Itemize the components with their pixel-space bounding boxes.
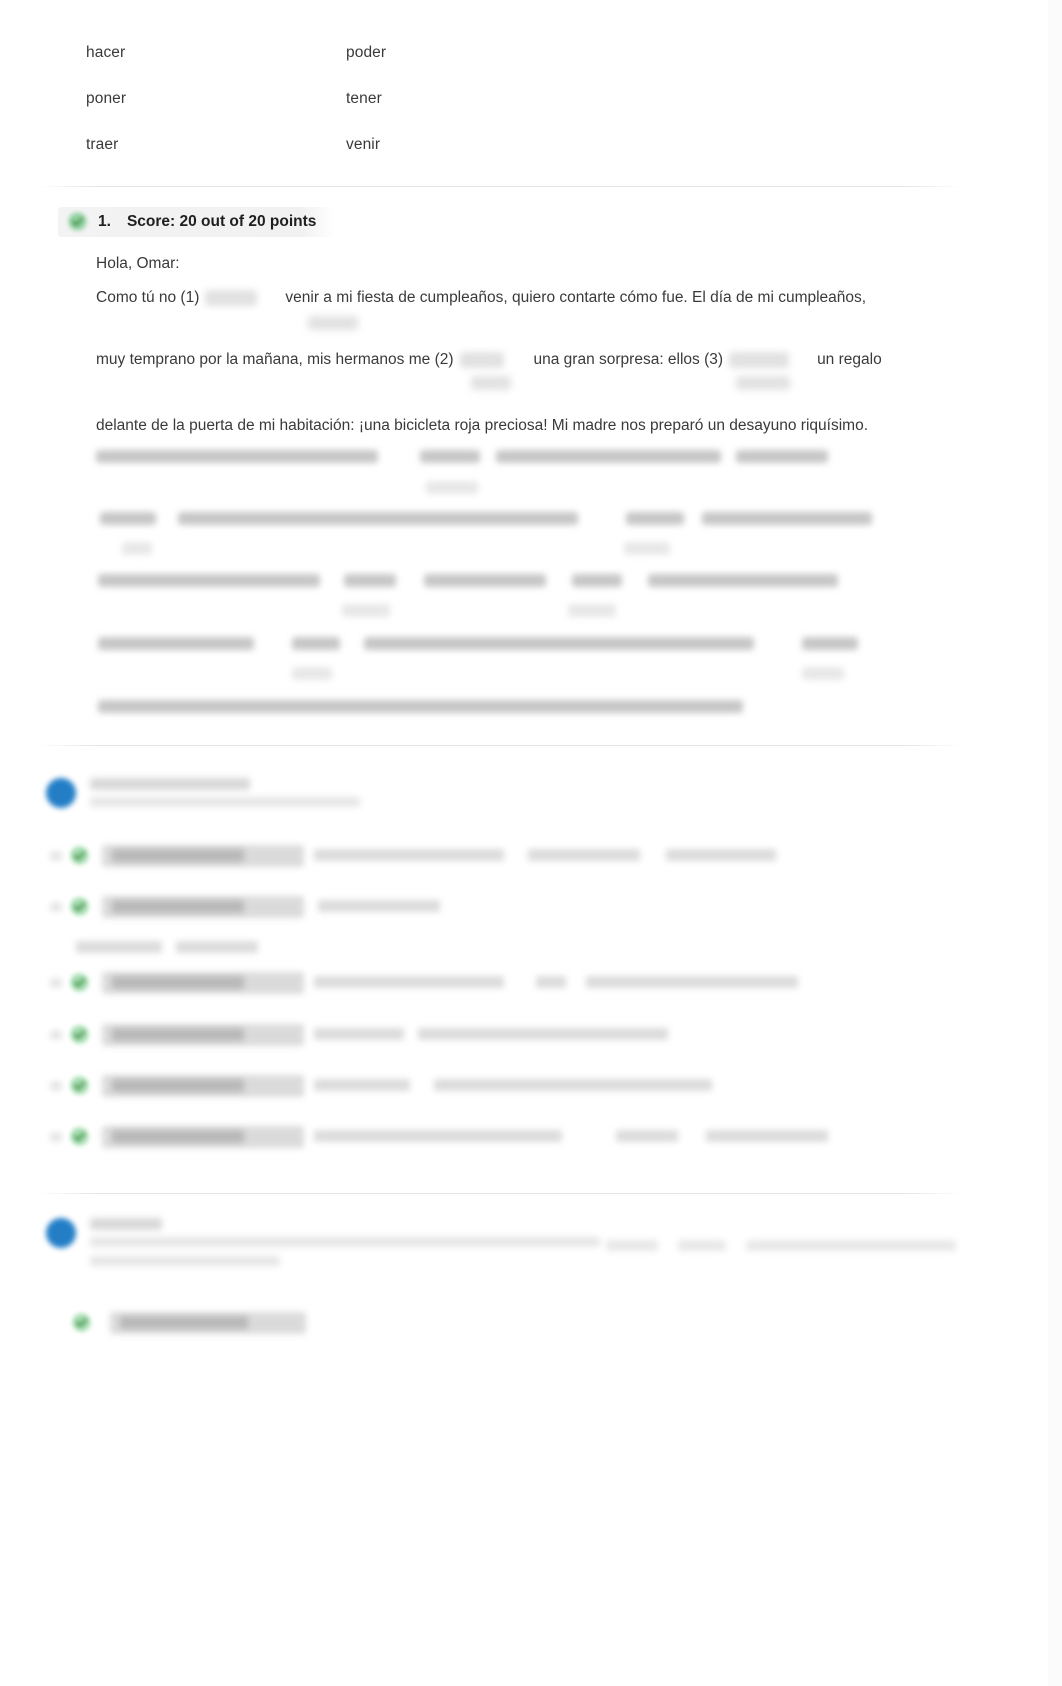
feedback-detail [746, 1240, 956, 1251]
passage-text: Como tú no (1) [96, 289, 200, 306]
verb-item: hacer [86, 44, 126, 61]
redacted-passage-line [96, 574, 956, 617]
answer-explanation [586, 976, 798, 988]
info-circle-icon [46, 1218, 76, 1248]
answer-index [50, 1030, 62, 1040]
section-divider [38, 745, 962, 746]
answer-explanation [314, 1130, 562, 1142]
green-check-icon [70, 1076, 89, 1095]
answer-row[interactable] [46, 838, 962, 878]
verb-bank-list: hacer poder poner tener traer venir [86, 30, 606, 168]
exercise-passage: Hola, Omar: Como tú no (1) venir a mi fie… [96, 252, 956, 713]
feedback-detail [606, 1240, 658, 1251]
answer-explanation [536, 976, 566, 988]
answer-explanation [528, 849, 640, 861]
answer-blank-2 [459, 351, 504, 368]
passage-line-1: Como tú no (1) venir a mi fiesta de cumpl… [96, 286, 956, 330]
question-number: 1. [98, 212, 111, 230]
answer-row[interactable] [46, 1305, 962, 1345]
score-header: 1. Score: 20 out of 20 points [58, 207, 335, 237]
answer-explanation [314, 1079, 410, 1091]
green-check-icon [70, 897, 89, 916]
feedback-subtitle [90, 1256, 280, 1266]
passage-text: un regalo [817, 351, 882, 368]
answer-pill-text [112, 1079, 244, 1092]
results-page: hacer poder poner tener traer venir 1. S… [0, 0, 1062, 1686]
redacted-passage-line [96, 512, 956, 555]
answer-index [50, 902, 62, 912]
green-check-icon [70, 846, 89, 865]
answer-row[interactable] [46, 1068, 962, 1108]
passage-text: una gran sorpresa: ellos (3) [533, 351, 724, 368]
answer-row[interactable] [46, 1017, 962, 1057]
answer-row[interactable] [46, 1119, 962, 1159]
verb-row: traer venir [86, 122, 606, 168]
answer-explanation [616, 1130, 678, 1142]
answer-blank-1-correction [308, 316, 358, 330]
green-check-icon [70, 1025, 89, 1044]
page-right-margin [1048, 0, 1062, 1686]
answer-pill-text [112, 1028, 244, 1041]
feedback-title [90, 778, 250, 790]
verb-item: traer [86, 136, 119, 153]
passage-line-3: delante de la puerta de mi habitación: ¡… [96, 417, 868, 434]
answer-pill-text [112, 849, 244, 862]
answer-index [50, 851, 62, 861]
redacted-passage-line [96, 450, 956, 494]
answer-explanation [434, 1079, 712, 1091]
feedback-detail [678, 1240, 726, 1251]
answer-pill-text [120, 1316, 248, 1329]
answer-explanation [706, 1130, 828, 1142]
section-divider [38, 186, 962, 187]
answer-explanation [314, 849, 504, 861]
answer-explanation [666, 849, 776, 861]
answer-explanation [76, 941, 162, 953]
answer-explanation [176, 941, 258, 953]
feedback-subtitle [90, 1237, 600, 1247]
verb-item: venir [346, 136, 381, 153]
answer-index [50, 1132, 62, 1142]
passage-line-2: muy temprano por la mañana, mis hermanos… [96, 348, 956, 390]
answer-pill-text [112, 900, 244, 913]
answer-index [50, 978, 62, 988]
answer-row[interactable] [46, 965, 962, 1005]
answer-pill-text [112, 1130, 244, 1143]
answer-index [50, 1081, 62, 1091]
page-left-margin [0, 0, 18, 1686]
verb-row: poner tener [86, 76, 606, 122]
answer-explanation [314, 976, 504, 988]
verb-item: tener [346, 90, 382, 107]
feedback-subtitle [90, 797, 360, 807]
score-label: Score: 20 out of 20 points [126, 212, 317, 230]
passage-text: venir a mi fiesta de cumpleaños, quiero … [285, 289, 867, 306]
passage-greeting: Hola, Omar: [96, 255, 180, 272]
answer-explanation [418, 1028, 668, 1040]
info-circle-icon [46, 778, 76, 808]
feedback-title [90, 1218, 162, 1230]
redacted-passage-line [96, 637, 956, 680]
verb-row: hacer poder [86, 30, 606, 76]
redacted-passage-line [96, 700, 956, 724]
answer-explanation [318, 900, 440, 912]
green-check-icon [72, 1313, 91, 1332]
answer-pill-text [112, 976, 244, 989]
feedback-section-top [46, 778, 962, 808]
verb-item: poner [86, 90, 127, 107]
answer-explanation [314, 1028, 404, 1040]
answer-blank-3-correction [736, 376, 790, 390]
answer-blank-1 [205, 289, 258, 306]
green-check-icon [70, 973, 89, 992]
feedback-header [46, 778, 962, 808]
section-divider [38, 1193, 962, 1194]
feedback-section-bottom [46, 1218, 962, 1266]
verb-item: poder [346, 44, 387, 61]
answer-blank-2-correction [471, 376, 511, 390]
passage-text: muy temprano por la mañana, mis hermanos… [96, 351, 454, 368]
answer-blank-3 [729, 351, 790, 368]
answer-row[interactable] [46, 889, 962, 953]
green-check-icon [70, 1127, 89, 1146]
green-check-icon [68, 212, 87, 231]
